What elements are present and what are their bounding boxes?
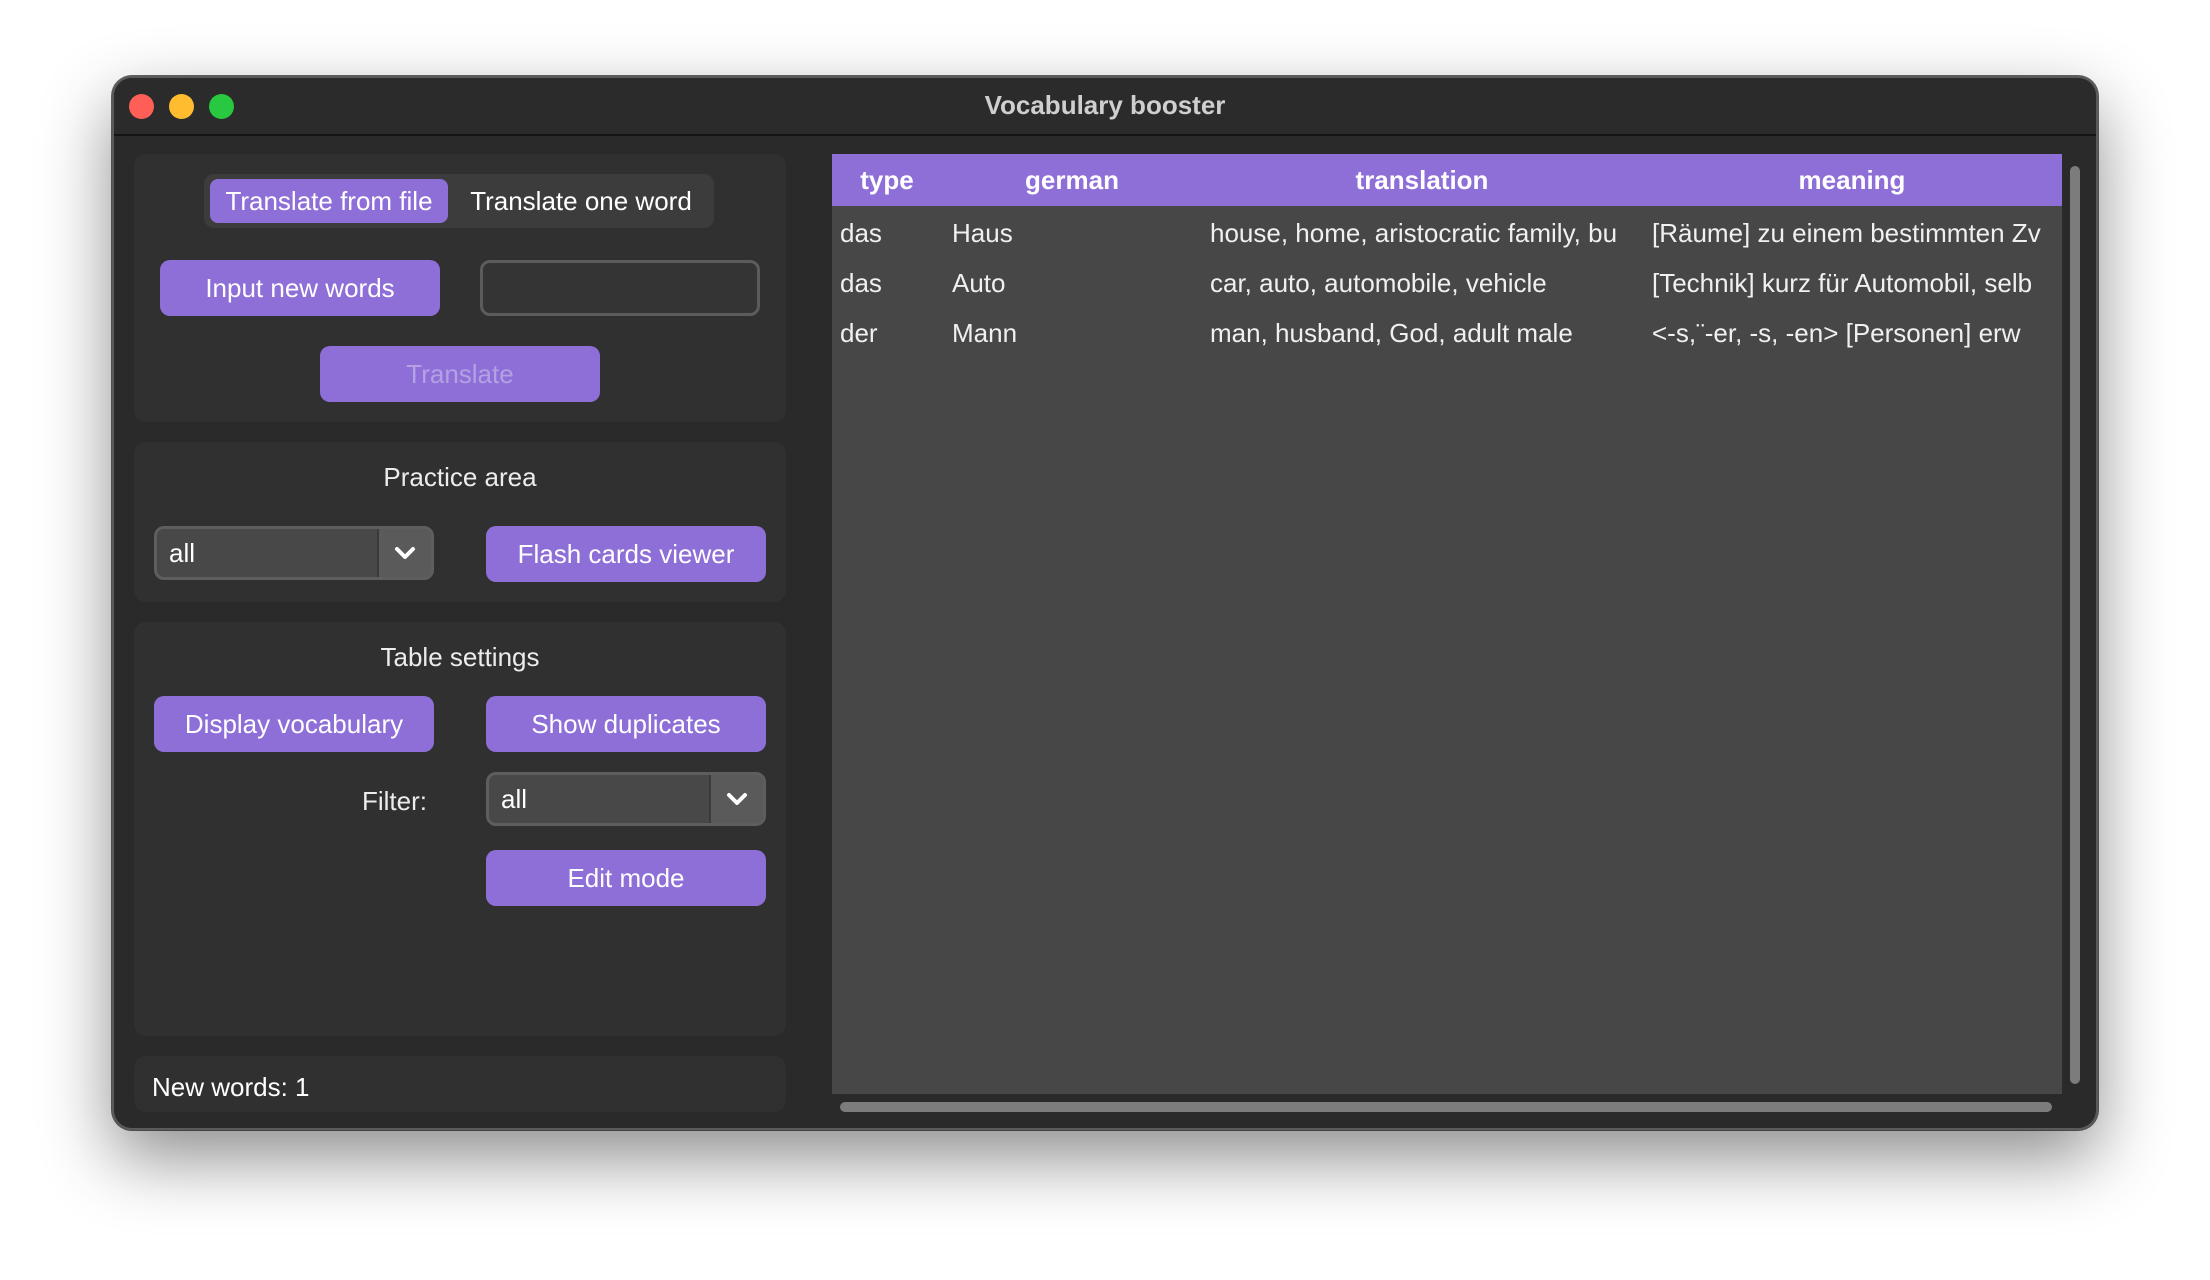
app-window: Vocabulary booster Translate from file T… (112, 76, 2098, 1130)
practice-panel: Practice area all Flash cards viewer (134, 442, 786, 602)
column-header-german[interactable]: german (942, 165, 1202, 196)
cell-german: Mann (952, 318, 1018, 348)
translate-button[interactable]: Translate (320, 346, 600, 402)
practice-filter-value: all (169, 538, 196, 568)
cell-german: Haus (952, 218, 1013, 248)
vertical-scrollbar[interactable] (2070, 166, 2080, 1084)
chevron-down-icon[interactable] (377, 529, 431, 577)
table-settings-panel: Table settings Display vocabulary Show d… (134, 622, 786, 1036)
table-settings-title: Table settings (380, 642, 540, 672)
tab-translate-from-file[interactable]: Translate from file (210, 179, 448, 223)
column-header-translation[interactable]: translation (1202, 165, 1642, 196)
table-header: type german translation meaning (832, 154, 2062, 206)
cell-translation: man, husband, God, adult male (1210, 318, 1573, 348)
word-input[interactable] (480, 260, 760, 316)
practice-filter-select[interactable]: all (154, 526, 434, 580)
vocabulary-table[interactable]: type german translation meaning das Haus… (832, 154, 2062, 1094)
translate-mode-segmented-control: Translate from file Translate one word (204, 174, 714, 228)
table-row[interactable]: das Auto car, auto, automobile, vehicle … (832, 256, 2062, 306)
column-header-meaning[interactable]: meaning (1642, 165, 2062, 196)
filter-label: Filter: (362, 786, 427, 816)
cell-type: das (840, 268, 882, 298)
input-new-words-button[interactable]: Input new words (160, 260, 440, 316)
table-filter-value: all (501, 784, 528, 814)
cell-translation: house, home, aristocratic family, bu (1210, 218, 1618, 248)
show-duplicates-button[interactable]: Show duplicates (486, 696, 766, 752)
table-filter-select[interactable]: all (486, 772, 766, 826)
status-panel: New words: 1 (134, 1056, 786, 1112)
cell-type: das (840, 218, 882, 248)
display-vocabulary-button[interactable]: Display vocabulary (154, 696, 434, 752)
practice-area-title: Practice area (383, 462, 537, 492)
translate-panel: Translate from file Translate one word I… (134, 154, 786, 422)
window-title: Vocabulary booster (984, 90, 1226, 120)
cell-translation: car, auto, automobile, vehicle (1210, 268, 1547, 298)
flash-cards-viewer-button[interactable]: Flash cards viewer (486, 526, 766, 582)
cell-type: der (840, 318, 878, 348)
new-words-count: New words: 1 (152, 1072, 310, 1102)
chevron-down-icon[interactable] (709, 775, 763, 823)
cell-meaning: [Technik] kurz für Automobil, selb (1652, 268, 2033, 298)
tab-translate-one-word[interactable]: Translate one word (454, 179, 708, 223)
title-bar: Vocabulary booster (114, 78, 2096, 136)
table-row[interactable]: das Haus house, home, aristocratic famil… (832, 206, 2062, 256)
cell-german: Auto (952, 268, 1006, 298)
table-row[interactable]: der Mann man, husband, God, adult male <… (832, 306, 2062, 356)
cell-meaning: <-s,¨-er, -s, -en> [Personen] erw (1652, 318, 2021, 348)
cell-meaning: [Räume] zu einem bestimmten Zv (1652, 218, 2041, 248)
horizontal-scrollbar[interactable] (840, 1102, 2052, 1112)
edit-mode-button[interactable]: Edit mode (486, 850, 766, 906)
column-header-type[interactable]: type (832, 165, 942, 196)
